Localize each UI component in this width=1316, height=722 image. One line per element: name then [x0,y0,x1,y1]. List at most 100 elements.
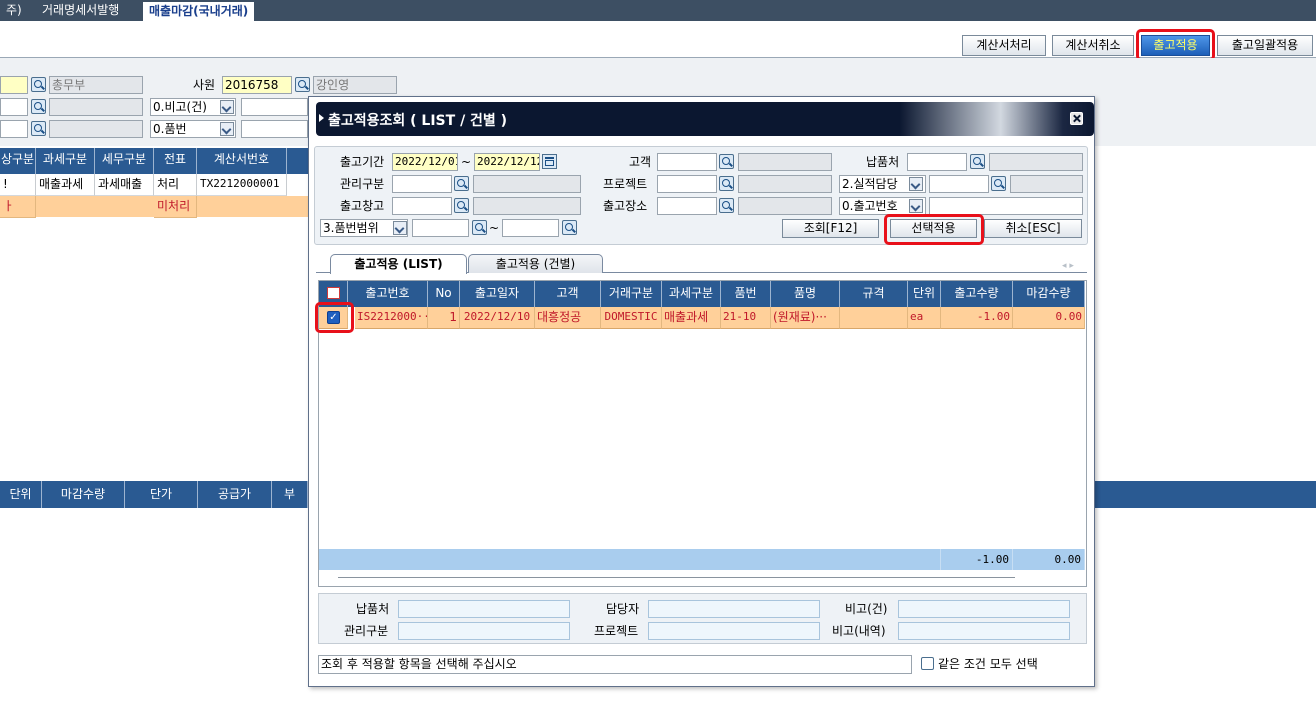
manager-field[interactable] [648,600,820,618]
item-field[interactable] [241,120,308,138]
select-all-label[interactable]: 같은 조건 모두 선택 [938,656,1038,672]
perf-code-field[interactable] [929,175,989,193]
table-cell[interactable]: 과세매출 [95,174,154,196]
column-header: 부 [272,481,308,508]
tab-sales-closing[interactable]: 매출마감(국내거래) [143,2,255,21]
triangle-right-icon [319,114,324,122]
range-from-field[interactable] [412,219,469,237]
search-icon[interactable] [991,176,1006,191]
code-field-2[interactable] [0,120,28,138]
remark-detail-field[interactable] [898,622,1070,640]
table-cell[interactable]: TX2212000001 [197,174,287,196]
chevron-down-icon[interactable] [909,177,923,191]
code-field[interactable] [0,98,28,116]
tab-detail[interactable]: 출고적용 (건별) [468,254,603,273]
range-to-field[interactable] [502,219,559,237]
checklist-icon[interactable] [326,287,340,299]
location-name-field [738,197,832,215]
search-icon[interactable] [562,220,577,235]
project-code-field[interactable] [657,175,717,193]
column-header: 출고일자 [460,281,535,307]
name-field [49,98,143,116]
search-icon[interactable] [454,198,469,213]
table-cell[interactable] [840,307,908,329]
invoice-process-button[interactable]: 계산서처리 [962,35,1046,56]
search-icon[interactable] [970,154,985,169]
table-cell[interactable]: 21-10 [721,307,771,329]
table-cell[interactable]: -1.00 [941,307,1013,329]
search-icon[interactable] [719,198,734,213]
delivery-label: 납품처 [866,155,900,169]
search-icon[interactable] [719,176,734,191]
search-icon[interactable] [454,176,469,191]
close-icon[interactable] [1070,112,1083,125]
table-cell[interactable]: 매출과세 [662,307,721,329]
table-cell[interactable]: ea [908,307,941,329]
search-icon[interactable] [719,154,734,169]
warehouse-code-field[interactable] [392,197,452,215]
delivery-name-field [989,153,1083,171]
column-header: 고객 [535,281,601,307]
chevron-down-icon[interactable] [393,221,407,235]
highlight-box-checkbox [315,302,354,333]
date-from-field[interactable]: 2022/12/01 [392,153,458,171]
outno-field[interactable] [929,197,1083,215]
calendar-icon[interactable] [542,154,557,169]
shipment-bulk-apply-button[interactable]: 출고일괄적용 [1217,35,1313,56]
table-cell[interactable]: ! [0,174,36,196]
customer-name-field [738,153,832,171]
table-cell[interactable]: ㅏ [0,196,36,218]
search-icon[interactable] [31,99,46,114]
search-button[interactable]: 조회[F12] [782,219,879,238]
tab-list[interactable]: 출고적용 (LIST) [330,254,467,274]
tab-invoice-issue[interactable]: 거래명세서발행 [36,0,125,21]
invoice-cancel-button[interactable]: 계산서취소 [1052,35,1134,56]
location-code-field[interactable] [657,197,717,215]
remark-info-field[interactable] [898,600,1070,618]
column-header: 출고수량 [941,281,1013,307]
search-icon[interactable] [31,77,46,92]
table-cell[interactable]: 처리 [154,174,197,196]
chevron-down-icon[interactable] [220,122,234,136]
column-header: 전표 [154,148,197,174]
table-cell[interactable]: (원재료)··· [771,307,840,329]
employee-name-field: 강인영 [313,76,397,94]
dept-code-field[interactable] [0,76,28,94]
search-icon[interactable] [295,77,310,92]
mgmt-code-field[interactable] [392,175,452,193]
table-cell[interactable]: DOMESTIC [601,307,662,329]
horizontal-scrollbar[interactable] [338,577,1015,578]
chevron-down-icon[interactable] [220,100,234,114]
date-to-field[interactable]: 2022/12/12 [474,153,540,171]
column-header: 세무구분 [95,148,154,174]
table-cell[interactable]: IS2212000··· [355,307,428,329]
total-close-qty: 0.00 [1013,549,1085,570]
table-cell[interactable]: 0.00 [1013,307,1085,329]
employee-code-field[interactable]: 2016758 [222,76,292,94]
column-header: No [428,281,460,307]
select-all-checkbox[interactable] [921,657,934,670]
dialog-title: 출고적용조회 ( LIST / 건별 ) [328,113,508,129]
search-icon[interactable] [31,121,46,136]
search-icon[interactable] [472,220,487,235]
table-cell[interactable]: 2022/12/10 [460,307,535,329]
customer-code-field[interactable] [657,153,717,171]
warehouse-label: 출고창고 [340,199,385,213]
project-info-field[interactable] [648,622,820,640]
table-cell[interactable]: 매출과세 [36,174,95,196]
scroll-arrows-icon[interactable]: ◂ ▸ [1062,261,1074,271]
table-cell[interactable]: 대흥정공 [535,307,601,329]
mgmt-info-field[interactable] [398,622,570,640]
cancel-button[interactable]: 취소[ESC] [984,219,1082,238]
delivery-code-field[interactable] [907,153,967,171]
remark-field[interactable] [241,98,308,116]
column-header: 단가 [125,481,198,508]
range-separator: ~ [489,221,500,235]
table-cell[interactable]: 1 [428,307,460,329]
table-cell[interactable]: 미처리 [154,196,197,218]
tab-previous[interactable]: 주) [0,0,28,21]
totals-row [319,549,941,570]
delivery-info-field[interactable] [398,600,570,618]
chevron-down-icon[interactable] [909,199,923,213]
perf-name-field [1010,175,1083,193]
